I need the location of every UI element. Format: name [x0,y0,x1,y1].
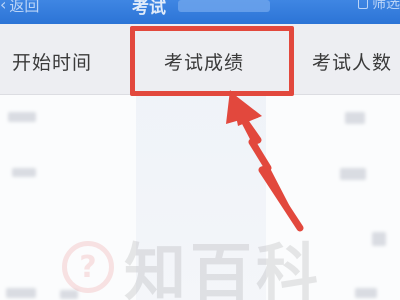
blurred-title-suffix [178,0,270,12]
filter-button[interactable]: 筛选 [358,0,400,13]
blurred-cell [345,112,365,124]
blurred-cell [12,168,36,177]
back-button-label: 返回 [9,0,40,15]
highlight-box [130,26,294,96]
filter-icon [358,0,368,9]
column-header-exam-count[interactable]: 考试人数 [312,48,392,75]
watermark-text: 知百科 [124,236,323,300]
watermark-question-icon: ? [62,241,114,293]
blurred-cell [6,288,36,298]
back-button[interactable]: ‹ 返回 [0,0,39,17]
filter-button-label: 筛选 [372,0,400,12]
page-title: 考试 [132,0,166,18]
screenshot: ‹ 返回 考试 筛选 开始时间 考试成绩 考试人数 ? 知百科 [0,0,400,300]
watermark: ? 知百科 [62,222,322,300]
blurred-cell [340,168,366,180]
column-header-start-time[interactable]: 开始时间 [12,48,92,75]
blurred-cell [355,288,377,298]
top-navigation-bar: ‹ 返回 考试 筛选 [0,0,400,24]
blurred-cell [8,112,36,122]
chevron-left-icon: ‹ [0,0,7,14]
blurred-cell [372,232,386,246]
